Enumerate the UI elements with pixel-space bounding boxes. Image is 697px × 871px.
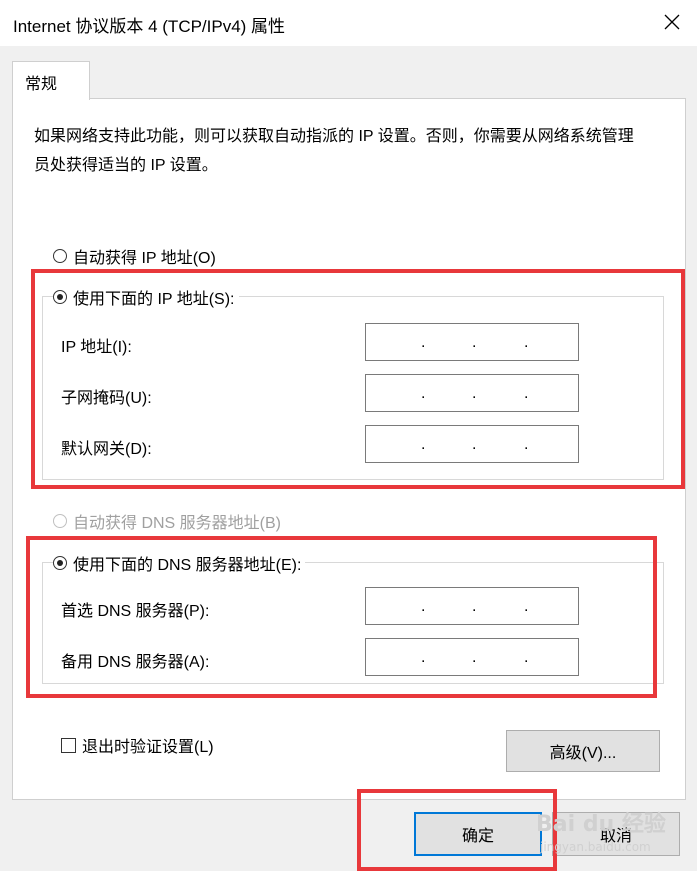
- default-gateway-label: 默认网关(D):: [61, 441, 152, 458]
- window-title: Internet 协议版本 4 (TCP/IPv4) 属性: [13, 17, 286, 36]
- tab-general-label: 常规: [25, 76, 58, 93]
- watermark-url: jingyan.baidu.com: [540, 840, 651, 854]
- radio-circle: [53, 249, 67, 263]
- description-text: 如果网络支持此功能，则可以获取自动指派的 IP 设置。否则，你需要从网络系统管理…: [34, 128, 634, 174]
- watermark-brand: Bai du 经验: [536, 812, 666, 837]
- manual-dns-radio[interactable]: 使用下面的 DNS 服务器地址(E):: [53, 551, 306, 575]
- checkbox-box: [61, 737, 76, 753]
- preferred-dns-label: 首选 DNS 服务器(P):: [61, 603, 210, 620]
- advanced-button[interactable]: 高级(V)...: [506, 730, 660, 772]
- alternate-dns-input[interactable]: ...: [365, 638, 579, 676]
- ip-address-input[interactable]: ...: [365, 323, 579, 361]
- close-button[interactable]: [650, 2, 694, 42]
- close-icon: [664, 14, 680, 30]
- ip-address-label: IP 地址(I):: [61, 339, 132, 356]
- auto-dns-label: 自动获得 DNS 服务器地址(B): [73, 515, 282, 532]
- tab-general[interactable]: 常规: [12, 61, 90, 100]
- auto-dns-radio[interactable]: 自动获得 DNS 服务器地址(B): [53, 509, 281, 533]
- ok-button[interactable]: 确定: [414, 812, 542, 856]
- manual-dns-label: 使用下面的 DNS 服务器地址(E):: [73, 557, 302, 574]
- radio-circle-checked: [53, 556, 67, 570]
- validate-label: 退出时验证设置(L): [82, 739, 214, 756]
- alternate-dns-label: 备用 DNS 服务器(A):: [61, 654, 210, 671]
- manual-ip-radio[interactable]: 使用下面的 IP 地址(S):: [53, 285, 239, 309]
- manual-ip-label: 使用下面的 IP 地址(S):: [73, 291, 235, 308]
- radio-circle: [53, 514, 67, 528]
- subnet-mask-input[interactable]: ...: [365, 374, 579, 412]
- auto-ip-radio[interactable]: 自动获得 IP 地址(O): [53, 244, 216, 268]
- auto-ip-label: 自动获得 IP 地址(O): [73, 250, 216, 267]
- preferred-dns-input[interactable]: ...: [365, 587, 579, 625]
- subnet-mask-label: 子网掩码(U):: [61, 390, 152, 407]
- radio-circle-checked: [53, 290, 67, 304]
- validate-checkbox[interactable]: 退出时验证设置(L): [61, 733, 214, 757]
- title-bar: Internet 协议版本 4 (TCP/IPv4) 属性: [0, 0, 697, 46]
- default-gateway-input[interactable]: ...: [365, 425, 579, 463]
